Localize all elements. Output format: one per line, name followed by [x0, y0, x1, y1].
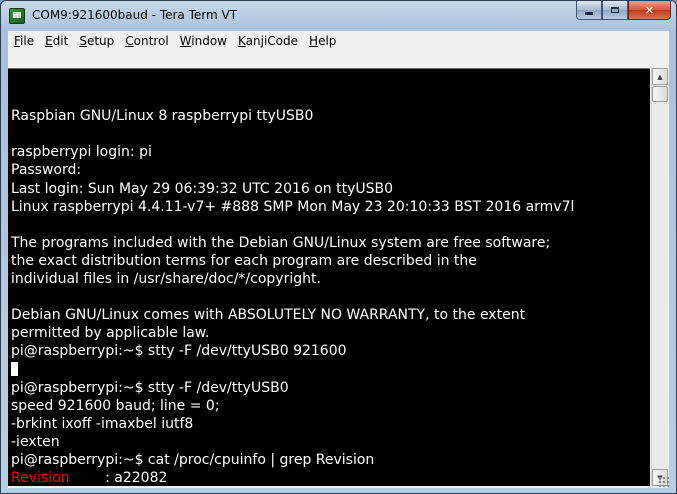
- terminal-output: Raspbian GNU/Linux 8 raspberrypi ttyUSB0…: [11, 71, 574, 486]
- menu-item-setup[interactable]: Setup: [73, 34, 119, 48]
- menu-item-kanjicode[interactable]: KanjiCode: [232, 34, 303, 48]
- resize-grip-icon[interactable]: [658, 476, 670, 488]
- terminal-line-text: pi@raspberrypi:~$ cat /proc/cpuinfo | gr…: [11, 451, 375, 468]
- scroll-thumb[interactable]: [652, 86, 668, 102]
- terminal-line: pi@raspberrypi:~$ stty -F /dev/ttyUSB0: [11, 379, 574, 397]
- maximize-button[interactable]: [602, 1, 628, 20]
- terminal-line-text: raspberrypi login: pi: [11, 144, 152, 161]
- terminal-line-text: the exact distribution terms for each pr…: [11, 252, 477, 269]
- menu-item-file[interactable]: File: [8, 34, 39, 48]
- maximize-icon: [611, 7, 619, 13]
- terminal-line-text: : a22082: [69, 470, 168, 486]
- terminal-line: speed 921600 baud; line = 0;: [11, 397, 574, 415]
- terminal-line: -brkint ixoff -imaxbel iutf8: [11, 415, 574, 433]
- close-icon: ✕: [644, 3, 655, 17]
- terminal-line: Debian GNU/Linux comes with ABSOLUTELY N…: [11, 306, 574, 324]
- terminal-line: pi@raspberrypi:~$ stty -F /dev/ttyUSB0 9…: [11, 342, 574, 360]
- terminal-line: -iexten: [11, 433, 574, 451]
- terminal-line: pi@raspberrypi:~$ cat /proc/cpuinfo | gr…: [11, 451, 574, 469]
- terminal-line: raspberrypi login: pi: [11, 143, 574, 161]
- terminal-line: permitted by applicable law.: [11, 324, 574, 342]
- terminal-line-text: Password:: [11, 162, 82, 179]
- terminal-line-text: The programs included with the Debian GN…: [11, 234, 551, 251]
- close-button[interactable]: ✕: [628, 1, 671, 20]
- menu-item-window[interactable]: Window: [174, 34, 232, 48]
- terminal-line-text: pi@raspberrypi:~$ stty -F /dev/ttyUSB0: [11, 379, 289, 396]
- terminal-line-text: speed 921600 baud; line = 0;: [11, 397, 220, 414]
- terminal-line: Password:: [11, 161, 574, 179]
- terminal-line: Last login: Sun May 29 06:39:32 UTC 2016…: [11, 180, 574, 198]
- menu-item-edit[interactable]: Edit: [39, 34, 73, 48]
- tera-term-icon[interactable]: [9, 8, 25, 24]
- terminal-line-text: Debian GNU/Linux comes with ABSOLUTELY N…: [11, 307, 526, 324]
- menu-item-help[interactable]: Help: [303, 34, 341, 48]
- terminal-line-text: -brkint ixoff -imaxbel iutf8: [11, 415, 194, 432]
- terminal-line-text: Raspbian GNU/Linux 8 raspberrypi ttyUSB0: [11, 108, 314, 125]
- menu-item-control[interactable]: Control: [119, 34, 173, 48]
- scroll-up-arrow-icon: ▲: [657, 72, 663, 81]
- terminal-line: The programs included with the Debian GN…: [11, 234, 574, 252]
- scroll-up-button[interactable]: ▲: [652, 68, 668, 85]
- terminal-screen[interactable]: Raspbian GNU/Linux 8 raspberrypi ttyUSB0…: [8, 68, 650, 486]
- minimize-icon: [585, 11, 593, 15]
- window-controls: ✕: [576, 1, 671, 20]
- terminal-line-text: permitted by applicable law.: [11, 325, 210, 342]
- vertical-scrollbar[interactable]: ▲ ▼: [651, 68, 668, 486]
- window-title: COM9:921600baud - Tera Term VT: [32, 8, 238, 22]
- terminal-line-text: pi@raspberrypi:~$ stty -F /dev/ttyUSB0 9…: [11, 343, 347, 360]
- menu-bar: File Edit Setup Control Window KanjiCode Help: [8, 31, 669, 51]
- terminal-line-text: Linux raspberrypi 4.4.11-v7+ #888 SMP Mo…: [11, 198, 575, 215]
- terminal-line-text: -iexten: [11, 433, 60, 450]
- title-bar[interactable]: COM9:921600baud - Tera Term VT ✕: [1, 1, 676, 31]
- terminal-line-text: individual files in /usr/share/doc/*/cop…: [11, 271, 321, 288]
- terminal-line: the exact distribution terms for each pr…: [11, 252, 574, 270]
- client-area: Raspbian GNU/Linux 8 raspberrypi ttyUSB0…: [8, 51, 669, 488]
- minimize-button[interactable]: [576, 1, 602, 20]
- terminal-line: [11, 361, 574, 379]
- cursor-block: [11, 361, 18, 376]
- terminal-line: Raspbian GNU/Linux 8 raspberrypi ttyUSB0: [11, 107, 574, 125]
- terminal-line: individual files in /usr/share/doc/*/cop…: [11, 270, 574, 288]
- highlighted-match: Revision: [11, 470, 70, 486]
- terminal-line: Linux raspberrypi 4.4.11-v7+ #888 SMP Mo…: [11, 198, 574, 216]
- terminal-line: Revision : a22082: [11, 469, 574, 486]
- terminal-line-text: Last login: Sun May 29 06:39:32 UTC 2016…: [11, 180, 394, 197]
- tera-term-window: COM9:921600baud - Tera Term VT ✕ File Edi…: [0, 0, 677, 494]
